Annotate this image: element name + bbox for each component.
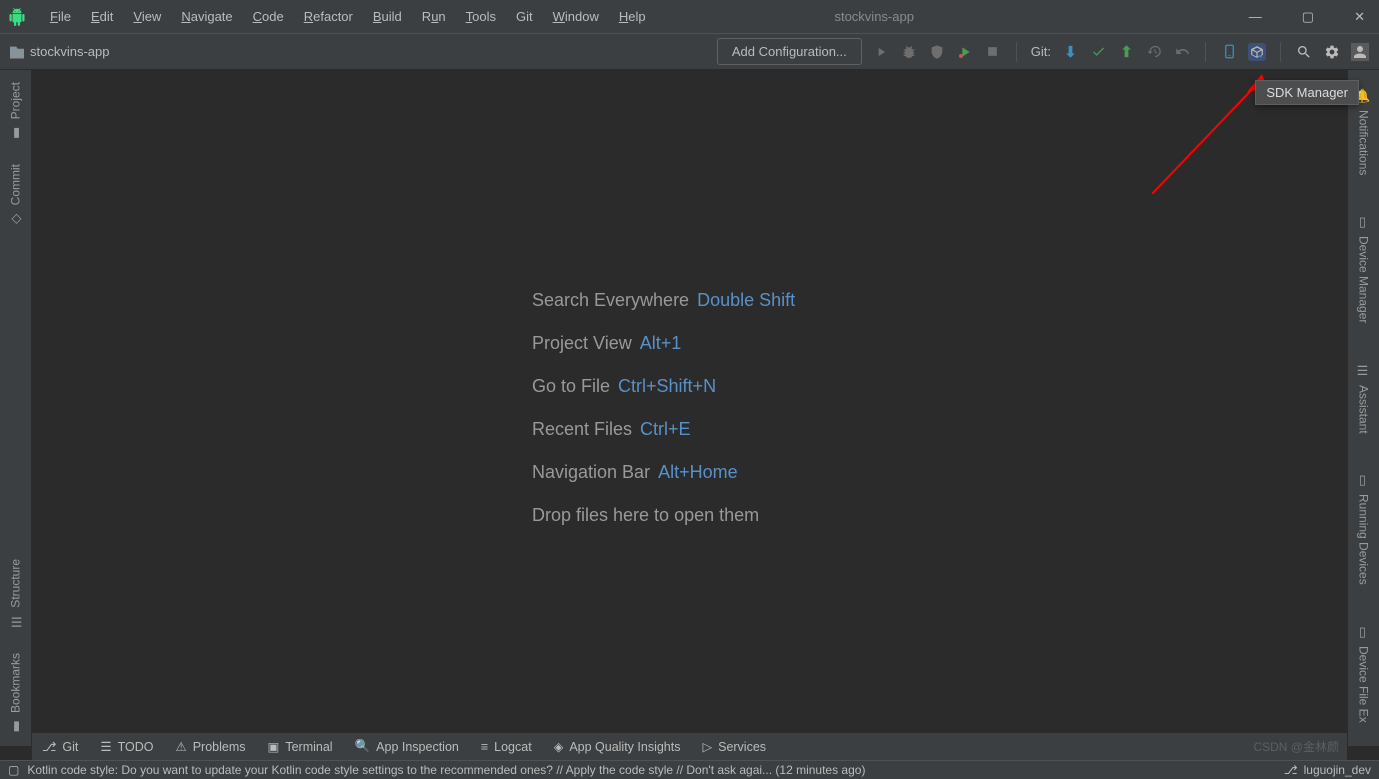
status-right[interactable]: ⎇luguojin_dev <box>1284 763 1371 777</box>
hint-label: Navigation Bar <box>532 462 650 482</box>
structure-icon: ☰ <box>8 614 23 629</box>
editor-area[interactable]: Search Everywhere Double Shift Project Vi… <box>32 70 1347 746</box>
menu-file[interactable]: File <box>40 5 81 28</box>
file-icon: ▯ <box>1356 625 1371 640</box>
sidebar-left: ▮Project ◇Commit ☰Structure ▮Bookmarks <box>0 70 32 746</box>
tooltip: SDK Manager <box>1255 80 1359 105</box>
menu-tools[interactable]: Tools <box>456 5 506 28</box>
logcat-icon: ≡ <box>481 740 488 754</box>
tab-problems[interactable]: ⚠Problems <box>176 739 246 754</box>
coverage-icon[interactable] <box>928 43 946 61</box>
folder-icon: ▮ <box>8 125 23 140</box>
branch-icon: ⎇ <box>42 739 56 754</box>
warning-icon: ⚠ <box>176 739 187 754</box>
minimize-button[interactable]: — <box>1243 7 1268 27</box>
hint-label: Recent Files <box>532 419 632 439</box>
tab-git[interactable]: ⎇Git <box>42 739 78 754</box>
git-update-icon[interactable] <box>1061 43 1079 61</box>
assistant-icon: ☰ <box>1356 364 1371 379</box>
breadcrumb[interactable]: stockvins-app <box>10 44 109 59</box>
sidebar-structure[interactable]: ☰Structure <box>4 547 27 641</box>
list-icon: ☰ <box>100 739 111 754</box>
branch-icon: ⎇ <box>1284 763 1298 777</box>
search-icon[interactable] <box>1295 43 1313 61</box>
status-message[interactable]: Kotlin code style: Do you want to update… <box>27 763 865 777</box>
sidebar-device-file[interactable]: ▯Device File Ex <box>1352 613 1375 735</box>
drop-hint: Drop files here to open them <box>532 505 759 526</box>
folder-icon <box>10 45 24 59</box>
device-icon[interactable] <box>1220 43 1238 61</box>
diamond-icon: ◈ <box>554 739 564 754</box>
android-icon <box>8 8 26 26</box>
profile-icon[interactable] <box>956 43 974 61</box>
tab-logcat[interactable]: ≡Logcat <box>481 740 532 754</box>
hint-label: Go to File <box>532 376 610 396</box>
sidebar-bookmarks[interactable]: ▮Bookmarks <box>4 641 27 746</box>
git-label: Git: <box>1031 44 1051 59</box>
window-controls: — ▢ ✕ <box>1243 7 1371 27</box>
sidebar-running-devices[interactable]: ▯Running Devices <box>1352 461 1375 597</box>
toolbar-icons: Git: <box>872 42 1369 62</box>
shortcut: Ctrl+E <box>640 419 691 439</box>
device-icon: ▯ <box>1356 473 1371 488</box>
run-icon[interactable] <box>872 43 890 61</box>
shortcut: Ctrl+Shift+N <box>618 376 716 396</box>
debug-icon[interactable] <box>900 43 918 61</box>
hint-label: Search Everywhere <box>532 290 689 310</box>
menu-edit[interactable]: Edit <box>81 5 123 28</box>
tab-todo[interactable]: ☰TODO <box>100 739 153 754</box>
titlebar: File Edit View Navigate Code Refactor Bu… <box>0 0 1379 34</box>
menu-code[interactable]: Code <box>243 5 294 28</box>
menu-navigate[interactable]: Navigate <box>171 5 242 28</box>
git-commit-icon[interactable] <box>1089 43 1107 61</box>
breadcrumb-label: stockvins-app <box>30 44 109 59</box>
terminal-icon: ▣ <box>268 739 280 754</box>
phone-icon: ▯ <box>1356 215 1371 230</box>
menu-refactor[interactable]: Refactor <box>294 5 363 28</box>
watermark: CSDN @金林颜 <box>1253 738 1339 755</box>
tab-app-quality[interactable]: ◈App Quality Insights <box>554 739 681 754</box>
empty-state: Search Everywhere Double Shift Project Vi… <box>32 70 1347 746</box>
bottom-bar: ⎇Git ☰TODO ⚠Problems ▣Terminal 🔍App Insp… <box>32 732 1347 760</box>
status-bar: ▢ Kotlin code style: Do you want to upda… <box>0 760 1379 779</box>
git-push-icon[interactable] <box>1117 43 1135 61</box>
git-rollback-icon[interactable] <box>1173 43 1191 61</box>
close-button[interactable]: ✕ <box>1348 7 1371 27</box>
sidebar-right: 🔔Notifications ▯Device Manager ☰Assistan… <box>1347 70 1379 746</box>
stop-icon[interactable] <box>984 43 1002 61</box>
sidebar-device-manager[interactable]: ▯Device Manager <box>1352 203 1375 335</box>
avatar-icon[interactable] <box>1351 43 1369 61</box>
menu-run[interactable]: Run <box>412 5 456 28</box>
menu-build[interactable]: Build <box>363 5 412 28</box>
maximize-button[interactable]: ▢ <box>1296 7 1320 27</box>
tab-services[interactable]: ▷Services <box>702 739 766 754</box>
run-config-dropdown[interactable]: Add Configuration... <box>717 38 862 65</box>
tab-terminal[interactable]: ▣Terminal <box>268 739 333 754</box>
shortcut: Double Shift <box>697 290 795 310</box>
menu-view[interactable]: View <box>123 5 171 28</box>
window-title: stockvins-app <box>506 9 1243 24</box>
hint-label: Project View <box>532 333 632 353</box>
shortcut: Alt+1 <box>640 333 682 353</box>
settings-icon[interactable] <box>1323 43 1341 61</box>
services-icon: ▷ <box>702 739 712 754</box>
sidebar-commit[interactable]: ◇Commit <box>4 152 27 238</box>
commit-icon: ◇ <box>8 212 23 227</box>
tab-app-inspection[interactable]: 🔍App Inspection <box>355 739 459 754</box>
shortcut: Alt+Home <box>658 462 738 482</box>
git-history-icon[interactable] <box>1145 43 1163 61</box>
sdk-manager-icon[interactable] <box>1248 43 1266 61</box>
status-window-icon[interactable]: ▢ <box>8 763 19 777</box>
sidebar-assistant[interactable]: ☰Assistant <box>1352 352 1375 446</box>
sidebar-project[interactable]: ▮Project <box>4 70 27 152</box>
toolbar: stockvins-app Add Configuration... Git: <box>0 34 1379 70</box>
inspect-icon: 🔍 <box>355 739 371 754</box>
bookmark-icon: ▮ <box>8 719 23 734</box>
